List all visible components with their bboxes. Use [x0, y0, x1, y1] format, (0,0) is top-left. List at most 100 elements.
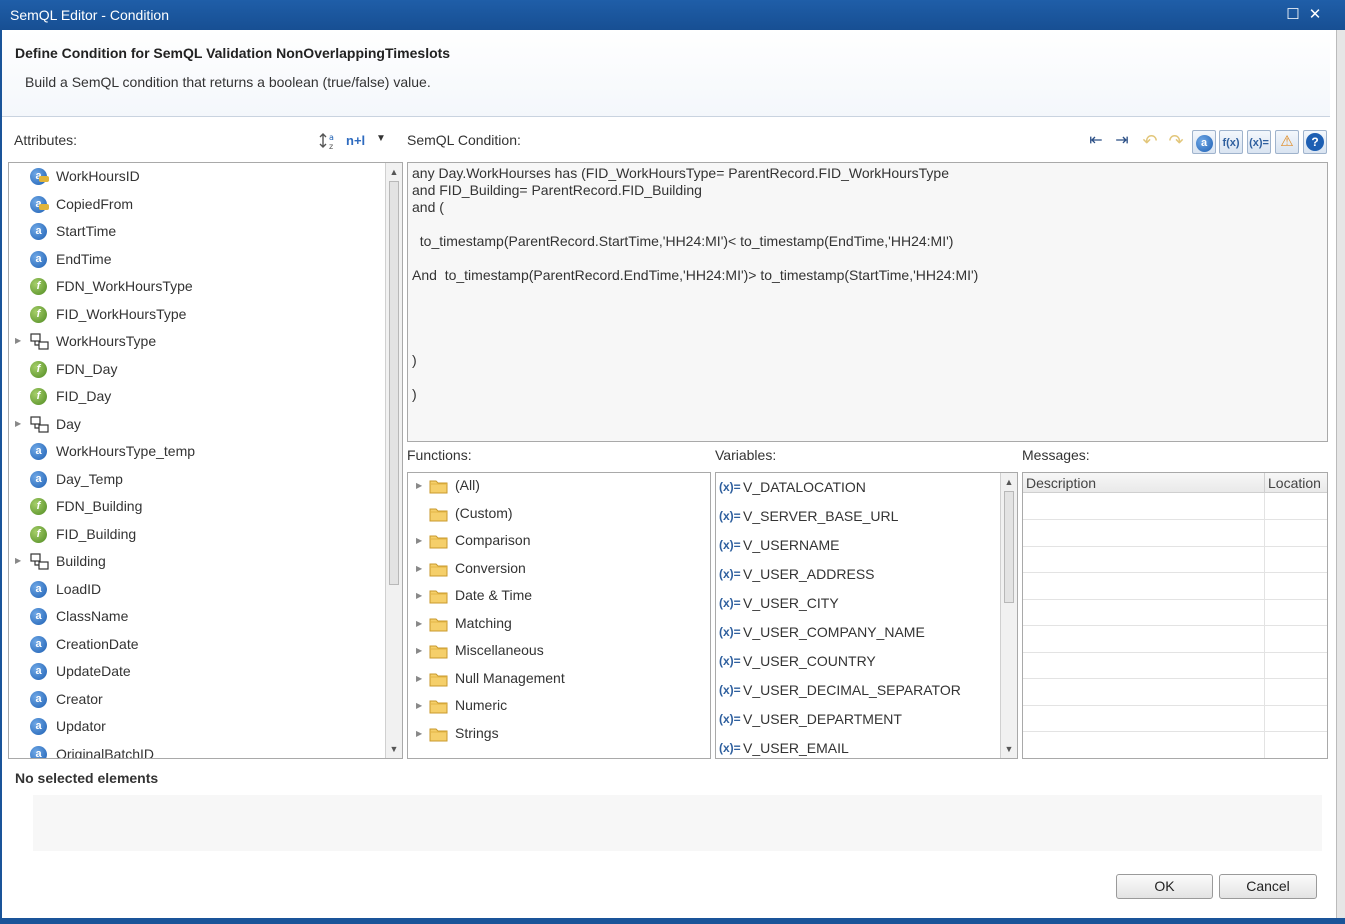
attribute-item[interactable]: a Updator	[9, 713, 379, 740]
expand-arrow-icon[interactable]: ▶	[416, 646, 422, 655]
attribute-item[interactable]: f FDN_Building	[9, 493, 379, 520]
show-attributes-button[interactable]: a	[1192, 130, 1216, 154]
table-row[interactable]	[1023, 546, 1327, 573]
table-row[interactable]	[1023, 732, 1327, 758]
folder-icon	[429, 726, 448, 741]
show-messages-button[interactable]: ⚠	[1275, 130, 1299, 154]
attribute-item[interactable]: a OriginalBatchID	[9, 741, 379, 758]
indent-button[interactable]: ⇥	[1110, 130, 1134, 154]
table-row[interactable]	[1023, 626, 1327, 653]
scroll-up-icon[interactable]: ▲	[388, 166, 400, 178]
attribute-item[interactable]: a ClassName	[9, 603, 379, 630]
scroll-down-icon[interactable]: ▼	[1003, 743, 1015, 755]
function-category[interactable]: ▶ Numeric	[408, 693, 708, 720]
unindent-button[interactable]: ⇤	[1084, 130, 1108, 154]
function-category[interactable]: (Custom)	[408, 501, 708, 528]
attribute-item[interactable]: a UpdateDate	[9, 658, 379, 685]
function-category[interactable]: ▶ Date & Time	[408, 583, 708, 610]
function-category[interactable]: ▶ Strings	[408, 721, 708, 748]
scrollbar-thumb[interactable]	[389, 181, 399, 585]
expand-arrow-icon[interactable]: ▶	[416, 701, 422, 710]
name-label-toggle[interactable]: n+l	[346, 133, 365, 148]
attributes-tree[interactable]: a WorkHoursID a CopiedFrom a StartTime a EndTim…	[8, 162, 403, 759]
attribute-item[interactable]: a Day_Temp	[9, 466, 379, 493]
expand-arrow-icon[interactable]: ▶	[15, 419, 21, 428]
table-row[interactable]	[1023, 652, 1327, 679]
scroll-up-icon[interactable]: ▲	[1003, 476, 1015, 488]
condition-editor[interactable]: any Day.WorkHourses has (FID_WorkHoursTy…	[407, 162, 1328, 442]
expand-arrow-icon[interactable]: ▶	[416, 481, 422, 490]
table-row[interactable]	[1023, 599, 1327, 626]
attribute-item[interactable]: f FDN_Day	[9, 356, 379, 383]
attributes-scrollbar[interactable]: ▲ ▼	[385, 163, 402, 758]
window-frame-bottom	[0, 918, 1345, 924]
expand-arrow-icon[interactable]: ▶	[416, 536, 422, 545]
expand-arrow-icon[interactable]: ▶	[416, 619, 422, 628]
show-variables-button[interactable]: (x)=	[1247, 130, 1271, 154]
scrollbar-thumb[interactable]	[1004, 491, 1014, 603]
attribute-item[interactable]: f FDN_WorkHoursType	[9, 273, 379, 300]
sort-az-icon[interactable]: a z	[319, 131, 339, 151]
functions-tree[interactable]: ▶ (All) (Custom) ▶ Comparison ▶ Conversion ▶ Dat…	[407, 472, 711, 759]
variable-item[interactable]: (x)= V_DATALOCATION	[716, 474, 996, 503]
variables-list-panel[interactable]: (x)= V_DATALOCATION (x)= V_SERVER_BASE_URL(…	[715, 472, 1018, 759]
expand-arrow-icon[interactable]: ▶	[416, 591, 422, 600]
redo-button[interactable]: ↷	[1164, 130, 1188, 154]
attribute-item[interactable]: f FID_Building	[9, 521, 379, 548]
function-category[interactable]: ▶ Conversion	[408, 556, 708, 583]
help-button[interactable]: ?	[1303, 130, 1327, 154]
table-row[interactable]	[1023, 573, 1327, 600]
maximize-icon[interactable]: ☐	[1283, 4, 1303, 26]
undo-button[interactable]: ↶	[1138, 130, 1162, 154]
variables-scrollbar[interactable]: ▲ ▼	[1000, 473, 1017, 758]
variable-item[interactable]: (x)= V_USER_DECIMAL_SEPARATOR	[716, 677, 996, 706]
attribute-item[interactable]: a WorkHoursID	[9, 163, 379, 190]
table-row[interactable]	[1023, 520, 1327, 547]
function-category[interactable]: ▶ Comparison	[408, 528, 708, 555]
attribute-item[interactable]: f FID_WorkHoursType	[9, 301, 379, 328]
variable-item[interactable]: (x)= V_USERNAME	[716, 532, 996, 561]
attribute-item[interactable]: a CreationDate	[9, 631, 379, 658]
column-header-location[interactable]: Location	[1265, 473, 1327, 493]
scroll-down-icon[interactable]: ▼	[388, 743, 400, 755]
function-category[interactable]: ▶ (All)	[408, 473, 708, 500]
expand-arrow-icon[interactable]: ▶	[416, 729, 422, 738]
attribute-item[interactable]: a StartTime	[9, 218, 379, 245]
expand-arrow-icon[interactable]: ▶	[15, 556, 21, 565]
chevron-down-icon[interactable]: ▼	[376, 133, 386, 144]
function-category[interactable]: ▶ Null Management	[408, 666, 708, 693]
variable-item[interactable]: (x)= V_SERVER_BASE_URL	[716, 503, 996, 532]
close-icon[interactable]: ✕	[1305, 4, 1325, 26]
condition-text[interactable]: any Day.WorkHourses has (FID_WorkHoursTy…	[412, 165, 978, 403]
function-category[interactable]: ▶ Miscellaneous	[408, 638, 708, 665]
attribute-item[interactable]: ▶ Building	[9, 548, 379, 575]
attribute-item[interactable]: a Creator	[9, 686, 379, 713]
attribute-item[interactable]: a LoadID	[9, 576, 379, 603]
cancel-button[interactable]: Cancel	[1219, 874, 1317, 899]
variable-item[interactable]: (x)= V_USER_EMAIL	[716, 735, 996, 758]
variable-item[interactable]: (x)= V_USER_ADDRESS	[716, 561, 996, 590]
variable-item[interactable]: (x)= V_USER_CITY	[716, 590, 996, 619]
table-row[interactable]	[1023, 679, 1327, 706]
variable-item[interactable]: (x)= V_USER_DEPARTMENT	[716, 706, 996, 735]
title-bar[interactable]: SemQL Editor - Condition ☐ ✕	[0, 0, 1345, 30]
variable-item[interactable]: (x)= V_USER_COMPANY_NAME	[716, 619, 996, 648]
variable-item[interactable]: (x)= V_USER_COUNTRY	[716, 648, 996, 677]
expand-arrow-icon[interactable]: ▶	[15, 336, 21, 345]
table-row[interactable]	[1023, 705, 1327, 732]
ok-button[interactable]: OK	[1116, 874, 1213, 899]
attribute-item[interactable]: ▶ WorkHoursType	[9, 328, 379, 355]
attribute-item[interactable]: a EndTime	[9, 246, 379, 273]
attribute-item[interactable]: a WorkHoursType_temp	[9, 438, 379, 465]
expand-arrow-icon[interactable]: ▶	[416, 564, 422, 573]
table-row[interactable]	[1023, 493, 1327, 520]
column-header-description[interactable]: Description	[1023, 473, 1265, 493]
attribute-item[interactable]: a CopiedFrom	[9, 191, 379, 218]
messages-table[interactable]: Description Location	[1022, 472, 1328, 759]
attribute-item[interactable]: ▶ Day	[9, 411, 379, 438]
function-category[interactable]: ▶ Matching	[408, 611, 708, 638]
show-functions-button[interactable]: f(x)	[1219, 130, 1243, 154]
dialog-subtitle: Build a SemQL condition that returns a b…	[25, 74, 431, 90]
attribute-item[interactable]: f FID_Day	[9, 383, 379, 410]
expand-arrow-icon[interactable]: ▶	[416, 674, 422, 683]
